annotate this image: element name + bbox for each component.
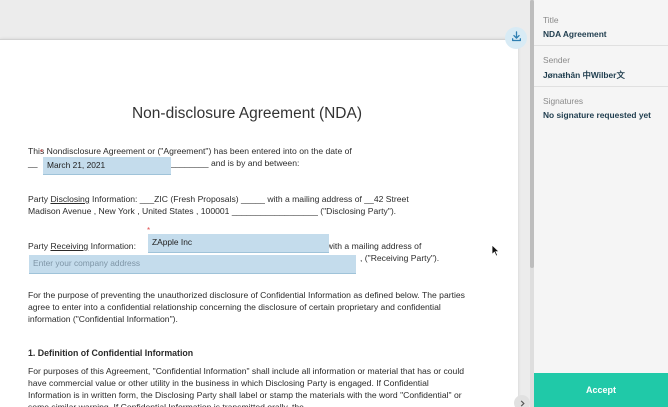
date-field[interactable]: March 21, 2021: [43, 157, 171, 175]
sender-section: Sender Jønaŧhân 中Wilber文: [534, 45, 668, 87]
company-name-field[interactable]: ZApple Inc: [148, 234, 329, 253]
address-placeholder: Enter your company address: [33, 258, 141, 268]
accept-button[interactable]: Accept: [534, 373, 668, 407]
section1-paragraph: For purposes of this Agreement, "Confide…: [28, 366, 465, 407]
disclosing-mid: Information: ___ZIC (Fresh Proposals) __…: [92, 194, 409, 204]
disclosing-prefix: Party: [28, 194, 49, 204]
details-sidebar: Title NDA Agreement Sender Jønaŧhân 中Wil…: [534, 0, 668, 407]
intro-suffix: and is by and between:: [210, 158, 300, 168]
document-title: Non-disclosure Agreement (NDA): [131, 105, 362, 122]
receiving-prefix: Party: [28, 241, 49, 251]
section1-heading: 1. Definition of Confidential Informatio…: [28, 348, 194, 358]
company-address-field[interactable]: Enter your company address: [29, 255, 356, 274]
mouse-cursor-icon: [491, 244, 501, 262]
required-marker: *: [40, 148, 44, 157]
date-field-value: March 21, 2021: [47, 160, 106, 170]
download-button[interactable]: [505, 27, 527, 49]
receiving-mid: Information:: [90, 241, 136, 251]
disclosing-word: Disclosing: [50, 194, 90, 204]
sender-value: Jønaŧhân 中Wilber文: [543, 70, 625, 80]
receiving-suffix: with a mailing address of: [326, 241, 422, 251]
company-field-value: ZApple Inc: [152, 237, 193, 247]
next-page-button[interactable]: [514, 395, 530, 407]
signatures-section: Signatures No signature requested yet: [534, 86, 668, 128]
disclosing-line2: Madison Avenue , New York , United State…: [28, 206, 397, 216]
receiving-word: Receiving: [50, 241, 89, 251]
intro-prefix: This Nondisclosure Agreement or ("Agreem…: [28, 146, 352, 156]
signatures-value: No signature requested yet: [543, 110, 651, 120]
intro-blank-left: __: [28, 158, 38, 168]
disclosing-party-paragraph: Party Disclosing Information: ___ZIC (Fr…: [28, 193, 468, 217]
intro-blank-right: ________: [170, 158, 209, 168]
sender-label: Sender: [543, 55, 571, 65]
signatures-label: Signatures: [543, 96, 584, 106]
chevron-right-icon: [519, 394, 526, 407]
document-page: Non-disclosure Agreement (NDA) This Nond…: [0, 39, 518, 407]
document-viewer: Non-disclosure Agreement (NDA) This Nond…: [0, 0, 530, 407]
download-icon: [511, 29, 522, 47]
title-label: Title: [543, 15, 559, 25]
receiving-party-tail: , ("Receiving Party").: [360, 253, 440, 263]
title-section: Title NDA Agreement: [534, 0, 668, 46]
purpose-paragraph: For the purpose of preventing the unauth…: [28, 290, 465, 324]
title-value: NDA Agreement: [543, 29, 607, 39]
